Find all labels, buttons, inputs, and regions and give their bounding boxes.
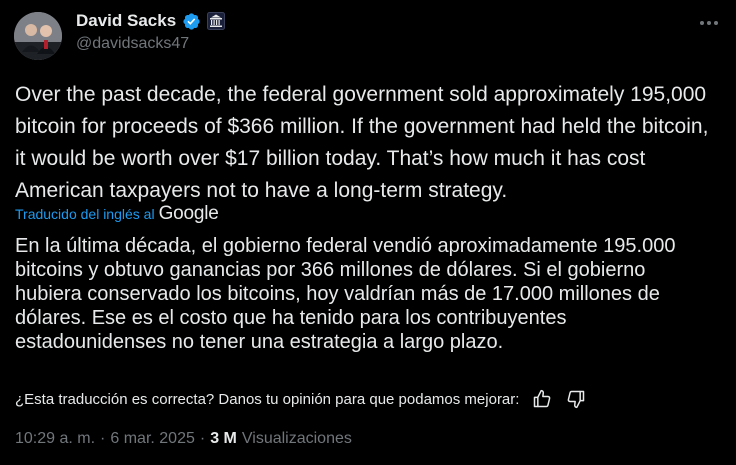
thumbs-up-icon[interactable] <box>531 388 553 410</box>
thumbs-down-icon[interactable] <box>565 388 587 410</box>
white-house-affiliation-icon[interactable] <box>207 12 226 30</box>
more-options-icon[interactable] <box>698 14 720 32</box>
translation-feedback: ¿Esta traducción es correcta? Danos tu o… <box>15 388 587 410</box>
views-count: 3 M <box>210 430 237 447</box>
handle[interactable]: @davidsacks47 <box>76 35 225 53</box>
translation-text: En la última década, el gobierno federal… <box>15 235 676 353</box>
feedback-prompt: ¿Esta traducción es correcta? Danos tu o… <box>15 390 520 408</box>
views-label: Visualizaciones <box>241 430 352 447</box>
tweet-date[interactable]: 6 mar. 2025 <box>110 430 195 448</box>
author-block: David Sacks @davidsacks47 <box>76 10 226 53</box>
meta-separator-2: · <box>199 430 206 447</box>
translated-from-link[interactable]: Traducido del inglés al <box>15 206 155 222</box>
display-name[interactable]: David Sacks <box>76 11 176 31</box>
tweet-meta: 10:29 a. m. · 6 mar. 2025 · 3 M Visualiz… <box>15 430 352 448</box>
name-row: David Sacks <box>76 10 226 32</box>
avatar[interactable] <box>14 12 62 60</box>
tweet-text: Over the past decade, the federal govern… <box>15 83 709 202</box>
translation-attribution: Traducido del inglés al Google <box>15 203 219 225</box>
avatar-image <box>14 12 62 60</box>
google-logo: Google <box>158 203 219 224</box>
tweet-time[interactable]: 10:29 a. m. <box>15 430 95 448</box>
meta-separator: · <box>100 430 106 447</box>
verified-badge-icon[interactable] <box>182 12 201 31</box>
